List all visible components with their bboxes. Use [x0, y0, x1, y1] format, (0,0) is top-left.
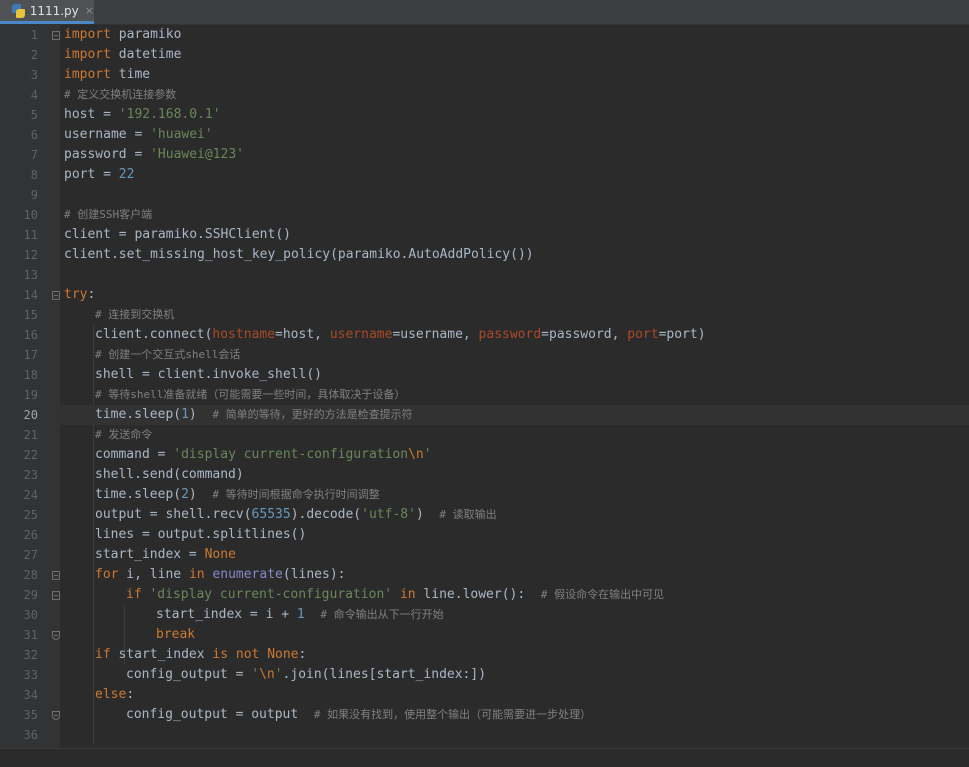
line-number: 5	[30, 108, 38, 122]
code-line-31[interactable]: break	[60, 625, 969, 645]
line-number: 1	[30, 28, 38, 42]
line-number: 28	[23, 568, 38, 582]
line-number: 30	[23, 608, 38, 622]
line-number: 13	[23, 268, 38, 282]
line-number: 4	[30, 88, 38, 102]
code-line-1[interactable]: import paramiko	[60, 25, 969, 45]
fold-marker-icon[interactable]	[52, 631, 60, 640]
line-number: 10	[23, 208, 38, 222]
code-line-34[interactable]: else:	[60, 685, 969, 705]
line-number: 32	[23, 648, 38, 662]
code-line-29[interactable]: if 'display current-configuration' in li…	[60, 585, 969, 605]
fold-marker-icon[interactable]	[52, 31, 60, 40]
code-line-7[interactable]: password = 'Huawei@123'	[60, 145, 969, 165]
line-number: 17	[23, 348, 38, 362]
code-line-22[interactable]: command = 'display current-configuration…	[60, 445, 969, 465]
close-tab-icon[interactable]: ×	[85, 4, 94, 17]
line-number: 23	[23, 468, 38, 482]
code-line-32[interactable]: if start_index is not None:	[60, 645, 969, 665]
code-line-16[interactable]: client.connect(hostname=host, username=u…	[60, 325, 969, 345]
line-number: 15	[23, 308, 38, 322]
fold-marker-icon[interactable]	[52, 591, 60, 600]
code-line-19[interactable]: # 等待shell准备就绪（可能需要一些时间，具体取决于设备）	[60, 385, 969, 405]
line-number: 6	[30, 128, 38, 142]
fold-marker-icon[interactable]	[52, 711, 60, 720]
line-number: 26	[23, 528, 38, 542]
line-number: 8	[30, 168, 38, 182]
fold-marker-icon[interactable]	[52, 571, 60, 580]
code-area[interactable]: import paramiko import datetime import t…	[60, 25, 969, 766]
code-line-28[interactable]: for i, line in enumerate(lines):	[60, 565, 969, 585]
code-line-9[interactable]	[60, 185, 969, 205]
code-line-11[interactable]: client = paramiko.SSHClient()	[60, 225, 969, 245]
code-line-15[interactable]: # 连接到交换机	[60, 305, 969, 325]
code-line-20[interactable]: time.sleep(1) # 简单的等待，更好的方法是检查提示符	[60, 405, 969, 425]
line-number: 14	[23, 288, 38, 302]
code-line-12[interactable]: client.set_missing_host_key_policy(param…	[60, 245, 969, 265]
line-number-gutter: 1 2 3 4 5 6 7 8 9 10 11 12 13 14 15 16 17 18 19 20 21 22 23 24 2…	[0, 25, 60, 766]
code-line-14[interactable]: try:	[60, 285, 969, 305]
line-number: 20	[23, 408, 38, 422]
line-number: 25	[23, 508, 38, 522]
line-number: 34	[23, 688, 38, 702]
line-number: 29	[23, 588, 38, 602]
code-line-25[interactable]: output = shell.recv(65535).decode('utf-8…	[60, 505, 969, 525]
code-line-27[interactable]: start_index = None	[60, 545, 969, 565]
code-line-8[interactable]: port = 22	[60, 165, 969, 185]
line-number: 2	[30, 48, 38, 62]
code-line-21[interactable]: # 发送命令	[60, 425, 969, 445]
line-number: 16	[23, 328, 38, 342]
line-number: 35	[23, 708, 38, 722]
line-number: 36	[23, 728, 38, 742]
editor-tab-bar: 1111.py ×	[0, 0, 969, 25]
line-number: 22	[23, 448, 38, 462]
line-number: 7	[30, 148, 38, 162]
line-number: 19	[23, 388, 38, 402]
editor-bottom-strip	[0, 748, 969, 767]
code-line-23[interactable]: shell.send(command)	[60, 465, 969, 485]
code-line-6[interactable]: username = 'huawei'	[60, 125, 969, 145]
line-number: 27	[23, 548, 38, 562]
code-line-35[interactable]: config_output = output # 如果没有找到，使用整个输出（可…	[60, 705, 969, 725]
code-line-2[interactable]: import datetime	[60, 45, 969, 65]
code-line-17[interactable]: # 创建一个交互式shell会话	[60, 345, 969, 365]
line-number: 24	[23, 488, 38, 502]
code-line-30[interactable]: start_index = i + 1 # 命令输出从下一行开始	[60, 605, 969, 625]
code-line-10[interactable]: # 创建SSH客户端	[60, 205, 969, 225]
code-line-33[interactable]: config_output = '\n'.join(lines[start_in…	[60, 665, 969, 685]
code-line-13[interactable]	[60, 265, 969, 285]
code-line-36[interactable]	[60, 725, 969, 745]
code-line-4[interactable]: # 定义交换机连接参数	[60, 85, 969, 105]
line-number: 11	[23, 228, 38, 242]
fold-marker-icon[interactable]	[52, 291, 60, 300]
line-number: 3	[30, 68, 38, 82]
code-line-5[interactable]: host = '192.168.0.1'	[60, 105, 969, 125]
code-editor[interactable]: 1 2 3 4 5 6 7 8 9 10 11 12 13 14 15 16 17 18 19 20 21 22 23 24 2…	[0, 25, 969, 766]
line-number: 9	[30, 188, 38, 202]
code-line-26[interactable]: lines = output.splitlines()	[60, 525, 969, 545]
line-number: 33	[23, 668, 38, 682]
line-number: 31	[23, 628, 38, 642]
code-line-24[interactable]: time.sleep(2) # 等待时间根据命令执行时间调整	[60, 485, 969, 505]
line-number: 18	[23, 368, 38, 382]
line-number: 21	[23, 428, 38, 442]
code-line-18[interactable]: shell = client.invoke_shell()	[60, 365, 969, 385]
python-file-icon	[12, 3, 25, 18]
line-number: 12	[23, 248, 38, 262]
tab-1111-py[interactable]: 1111.py ×	[0, 0, 94, 24]
tab-label: 1111.py	[29, 3, 79, 18]
code-line-3[interactable]: import time	[60, 65, 969, 85]
